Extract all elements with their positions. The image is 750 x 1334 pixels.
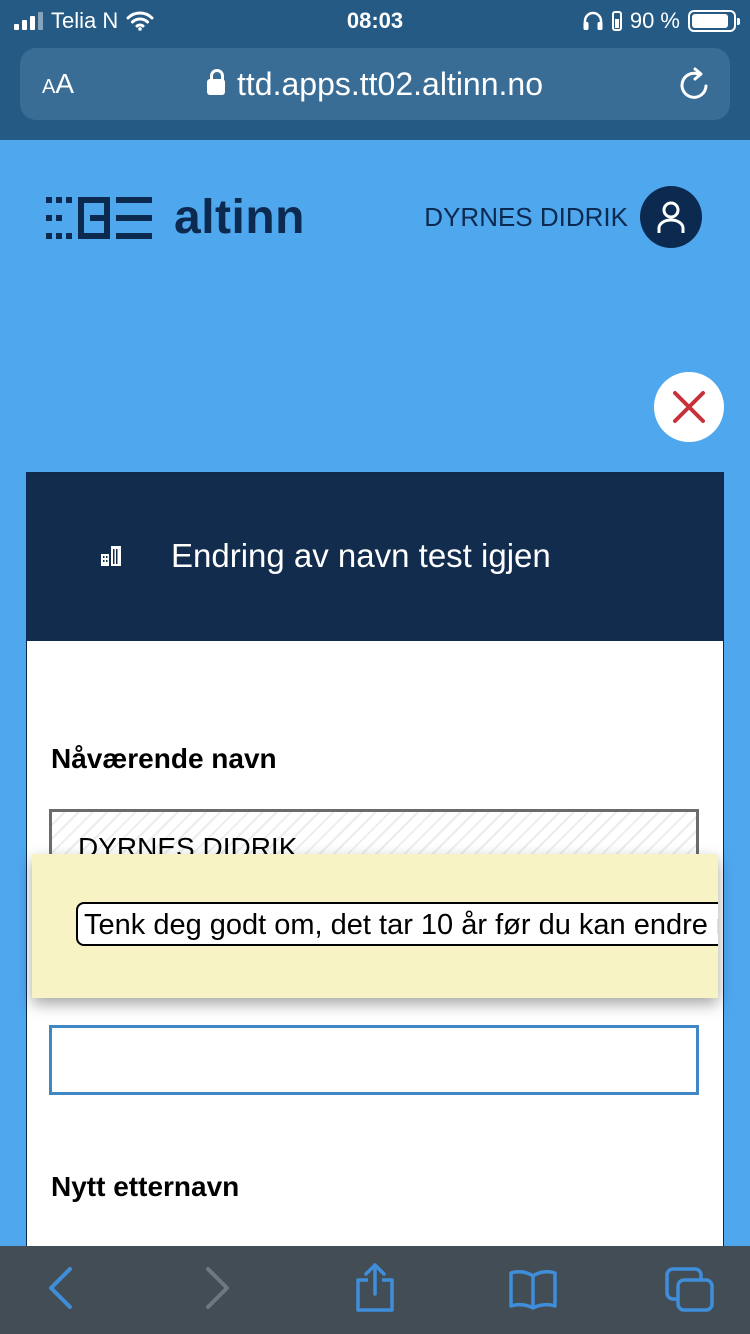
- battery-icon: [688, 10, 740, 32]
- url-text: ttd.apps.tt02.altinn.no: [237, 66, 543, 102]
- altinn-logo[interactable]: altinn: [46, 190, 305, 245]
- tooltip-text: Tenk deg godt om, det tar 10 år før du k…: [76, 902, 718, 946]
- user-icon: [657, 201, 685, 233]
- share-icon[interactable]: [354, 1262, 396, 1314]
- battery-charging-indicator-icon: [611, 11, 622, 31]
- browser-chrome: Telia N 08:03 90 % AA ttd.apps.tt02.alti…: [0, 0, 750, 140]
- battery-percent: 90 %: [629, 8, 680, 33]
- address-bar[interactable]: AA ttd.apps.tt02.altinn.no: [20, 48, 730, 120]
- close-button[interactable]: [654, 372, 724, 442]
- new-lastname-label: Nytt etternavn: [51, 1171, 240, 1202]
- url-field[interactable]: ttd.apps.tt02.altinn.no: [20, 66, 730, 103]
- tabs-icon[interactable]: [664, 1266, 716, 1314]
- card-header: Endring av navn test igjen: [27, 473, 723, 641]
- new-firstname-input[interactable]: [49, 1025, 699, 1095]
- user-menu[interactable]: DYRNES DIDRIK: [424, 186, 702, 248]
- bookmarks-icon[interactable]: [508, 1268, 558, 1310]
- building-icon: [101, 546, 121, 566]
- user-name: DYRNES DIDRIK: [424, 201, 628, 232]
- page-title: Endring av navn test igjen: [171, 537, 551, 574]
- current-name-label: Nåværende navn: [51, 743, 277, 774]
- status-right: 90 %: [582, 8, 740, 34]
- back-icon[interactable]: [46, 1266, 76, 1310]
- help-tooltip: Tenk deg godt om, det tar 10 år før du k…: [32, 854, 718, 998]
- close-icon: [673, 391, 705, 423]
- altinn-logo-mark-icon: [46, 196, 152, 239]
- status-bar: Telia N 08:03 90 %: [0, 0, 750, 40]
- reload-icon[interactable]: [678, 66, 712, 102]
- logo-text: altinn: [174, 191, 305, 244]
- forward-icon[interactable]: [202, 1266, 232, 1310]
- headphones-icon: [583, 11, 603, 30]
- browser-toolbar: [0, 1246, 750, 1334]
- lock-icon: [207, 69, 225, 95]
- avatar[interactable]: [640, 186, 702, 248]
